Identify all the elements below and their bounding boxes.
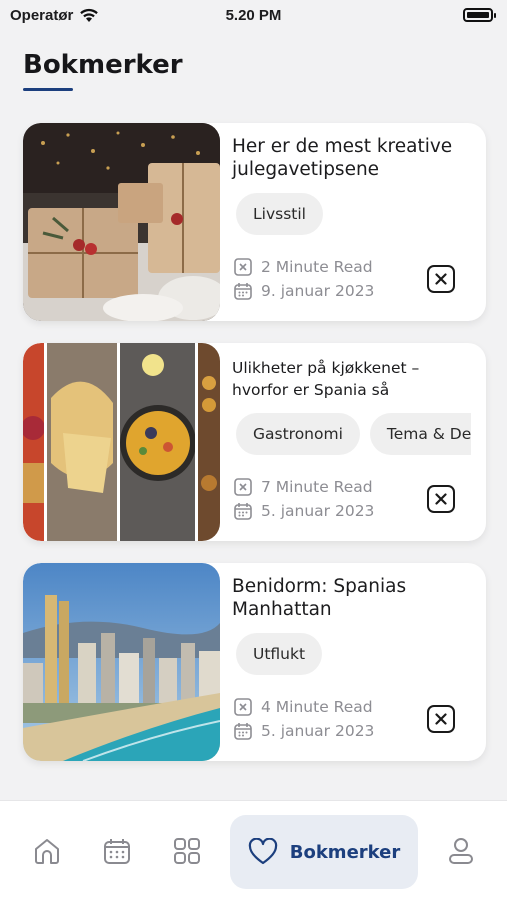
article-meta: 2 Minute Read 9. januar 2023 — [233, 255, 374, 303]
category-tag[interactable]: Gastronomi — [236, 413, 360, 455]
nav-calendar-button[interactable] — [101, 835, 133, 867]
bookmark-card[interactable]: Ulikheter på kjøkkenet – hvorfor er Span… — [23, 343, 486, 541]
clock-x-icon — [234, 698, 252, 716]
read-time: 2 Minute Read — [261, 258, 373, 276]
nav-bookmarks-button[interactable]: Bokmerker — [230, 815, 418, 889]
calendar-icon — [234, 283, 252, 300]
tag-list: Livsstil — [236, 193, 323, 235]
grid-icon — [174, 838, 200, 864]
nav-categories-button[interactable] — [171, 835, 203, 867]
article-meta: 4 Minute Read 5. januar 2023 — [233, 695, 374, 743]
read-time: 4 Minute Read — [261, 698, 373, 716]
page-title: Bokmerker — [23, 50, 183, 80]
status-bar: Operatør 5.20 PM — [0, 0, 507, 30]
bookmark-card[interactable]: Benidorm: Spanias Manhattan Utflukt 4 Mi… — [23, 563, 486, 761]
bottom-navigation: Bokmerker — [0, 800, 507, 900]
date-row: 9. januar 2023 — [233, 279, 374, 303]
clock-x-icon — [234, 478, 252, 496]
read-time-row: 4 Minute Read — [233, 695, 374, 719]
article-image[interactable] — [23, 343, 220, 541]
article-meta: 7 Minute Read 5. januar 2023 — [233, 475, 374, 523]
close-icon — [435, 713, 447, 725]
read-time-row: 2 Minute Read — [233, 255, 374, 279]
publish-date: 9. januar 2023 — [261, 282, 375, 300]
article-title[interactable]: Benidorm: Spanias Manhattan — [232, 575, 472, 621]
calendar-icon — [234, 503, 252, 520]
date-row: 5. januar 2023 — [233, 719, 374, 743]
publish-date: 5. januar 2023 — [261, 502, 375, 520]
date-row: 5. januar 2023 — [233, 499, 374, 523]
calendar-icon — [104, 839, 130, 864]
home-icon — [35, 839, 59, 864]
status-left: Operatør — [10, 7, 99, 24]
article-title[interactable]: Her er de mest kreative julegavetipsene — [232, 135, 472, 181]
close-icon — [435, 493, 447, 505]
article-image[interactable] — [23, 123, 220, 321]
battery-icon — [463, 8, 496, 22]
read-time-row: 7 Minute Read — [233, 475, 374, 499]
carrier-label: Operatør — [10, 6, 74, 24]
nav-home-button[interactable] — [31, 835, 63, 867]
wifi-icon — [80, 8, 99, 22]
tag-list: Gastronomi Tema & De — [236, 413, 472, 455]
article-image[interactable] — [23, 563, 220, 761]
category-tag[interactable]: Tema & De — [369, 413, 472, 455]
tag-list: Utflukt — [236, 633, 323, 675]
remove-bookmark-button[interactable] — [427, 485, 455, 513]
title-underline — [23, 88, 73, 91]
read-time: 7 Minute Read — [261, 478, 373, 496]
remove-bookmark-button[interactable] — [427, 265, 455, 293]
article-title[interactable]: Ulikheter på kjøkkenet – hvorfor er Span… — [232, 357, 472, 401]
nav-profile-button[interactable] — [445, 835, 477, 867]
heart-icon — [248, 838, 277, 865]
remove-bookmark-button[interactable] — [427, 705, 455, 733]
calendar-icon — [234, 723, 252, 740]
category-tag[interactable]: Livsstil — [236, 193, 323, 235]
publish-date: 5. januar 2023 — [261, 722, 375, 740]
close-icon — [435, 273, 447, 285]
clock-x-icon — [234, 258, 252, 276]
nav-bookmarks-label: Bokmerker — [289, 841, 401, 863]
bookmark-card[interactable]: Her er de mest kreative julegavetipsene … — [23, 123, 486, 321]
category-tag[interactable]: Utflukt — [236, 633, 323, 675]
profile-icon — [449, 838, 473, 864]
